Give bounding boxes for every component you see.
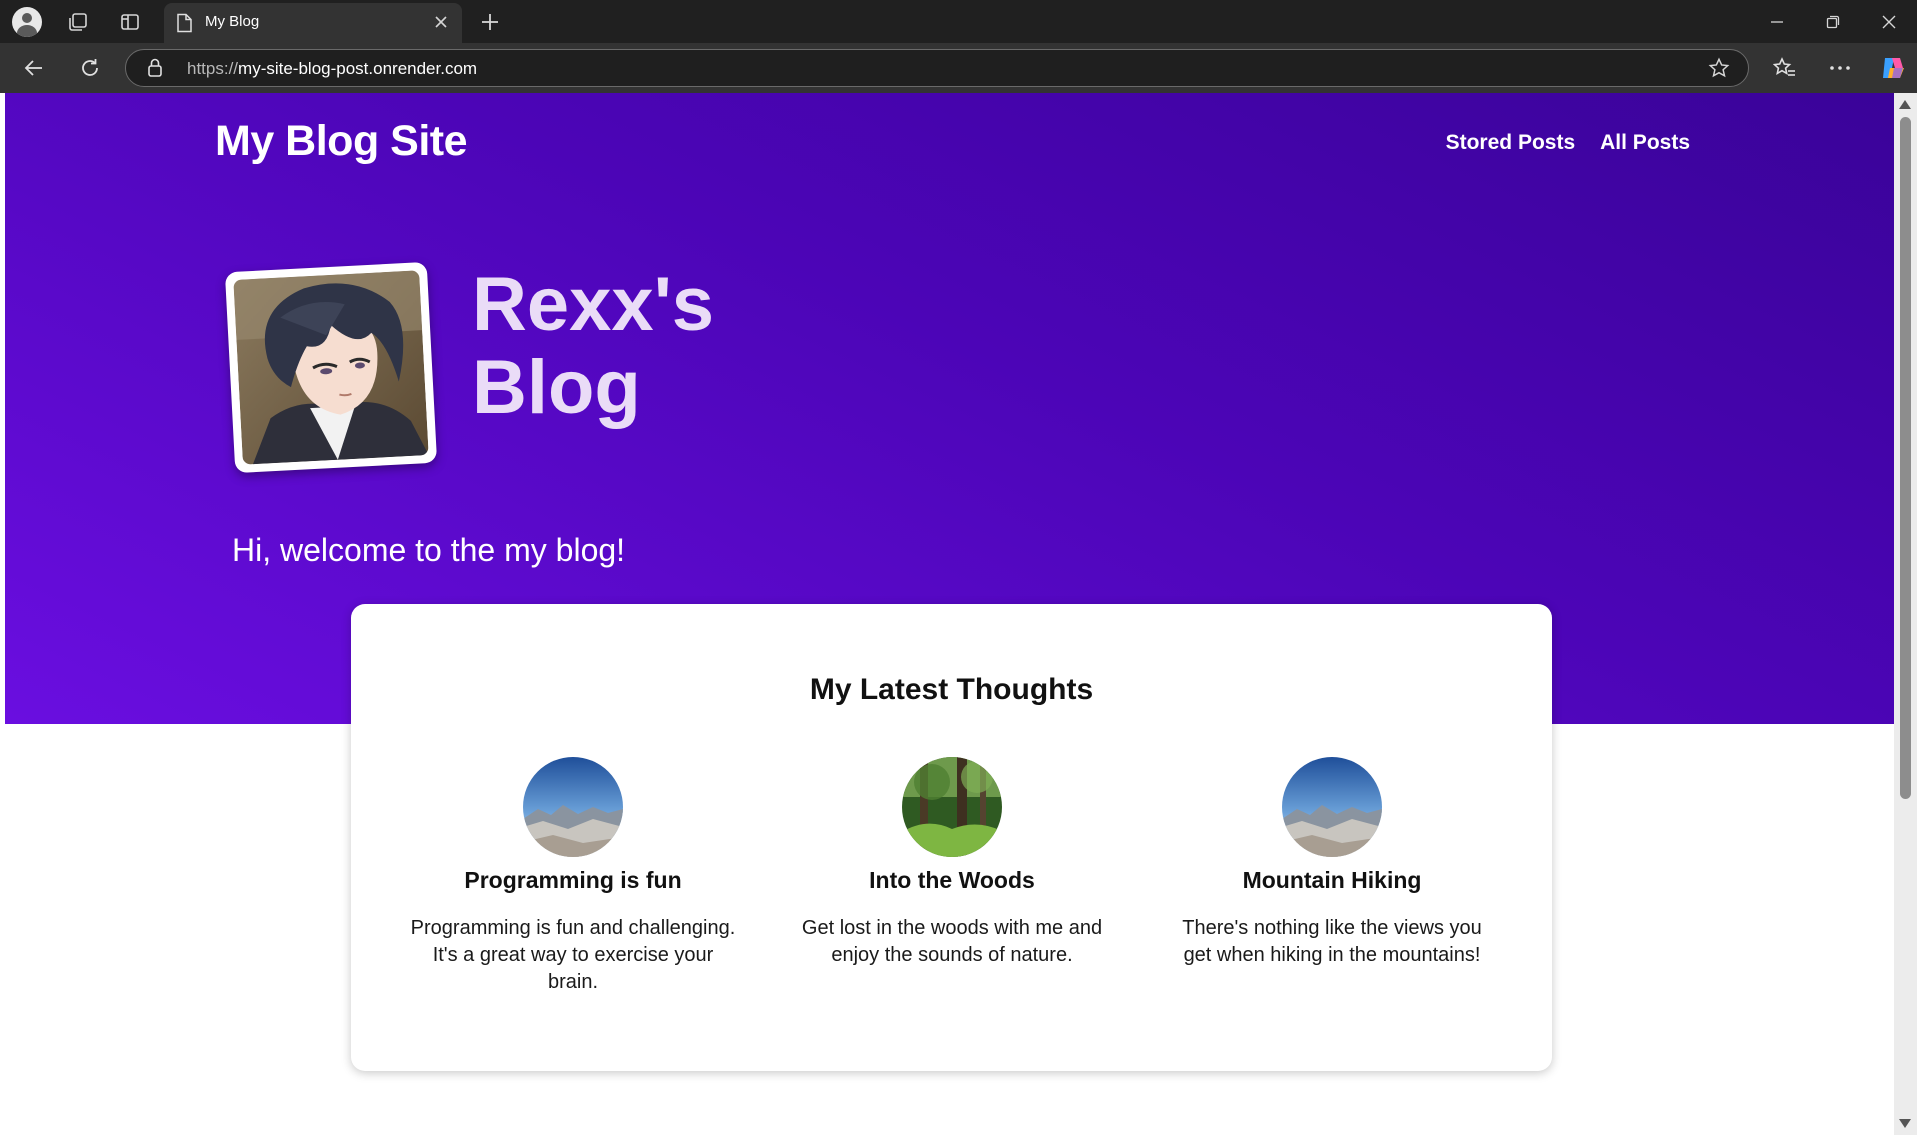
nav-link-all-posts[interactable]: All Posts [1600,131,1690,155]
restore-icon[interactable] [1805,0,1861,43]
copilot-icon[interactable] [1876,51,1910,85]
post-thumbnail[interactable] [1282,757,1382,857]
browser-toolbar: https://my-site-blog-post.onrender.com [0,43,1917,93]
minimize-icon[interactable] [1749,0,1805,43]
post-card-mountain-hiking[interactable]: Mountain Hiking There's nothing like the… [1167,757,1497,969]
scroll-thumb[interactable] [1900,117,1911,799]
main-nav: Stored Posts All Posts [1446,131,1690,155]
welcome-text: Hi, welcome to the my blog! [232,532,626,568]
post-card-woods[interactable]: Into the Woods Get lost in the woods wit… [787,757,1117,969]
tab-sidebar-icon[interactable] [113,5,147,39]
address-bar[interactable]: https://my-site-blog-post.onrender.com [125,49,1749,87]
profile-icon[interactable] [10,5,44,39]
site-logo[interactable]: My Blog Site [215,117,468,166]
latest-posts-card: My Latest Thoughts Programming is fun Pr… [351,604,1552,1071]
lock-icon[interactable] [147,58,163,83]
page-icon [176,13,193,38]
favorites-icon[interactable] [1768,51,1802,85]
scroll-up-arrow-icon[interactable] [1899,100,1911,109]
nav-link-stored-posts[interactable]: Stored Posts [1446,131,1576,155]
post-thumbnail[interactable] [523,757,623,857]
close-icon[interactable] [428,9,454,35]
workspaces-icon[interactable] [61,5,95,39]
post-title[interactable]: Programming is fun [408,867,738,894]
plus-icon[interactable] [473,5,507,39]
post-summary: Get lost in the woods with me and enjoy … [801,917,1103,966]
back-icon[interactable] [17,51,51,85]
browser-tab[interactable]: My Blog [164,3,462,43]
browser-tab-bar: My Blog [0,0,1917,43]
post-card-programming[interactable]: Programming is fun Programming is fun an… [408,757,738,996]
post-summary: There's nothing like the views you get w… [1182,917,1482,966]
tab-title: My Blog [205,13,260,30]
avatar [224,261,438,474]
url-text: https://my-site-blog-post.onrender.com [187,59,478,78]
star-icon[interactable] [1708,57,1730,84]
page-scrollbar[interactable] [1894,93,1917,1135]
page-viewport: My Blog Site Stored Posts All Posts Rexx… [5,93,1894,1135]
latest-posts-heading: My Latest Thoughts [809,673,1094,706]
hero-title: Rexx's Blog [472,262,715,430]
scroll-down-arrow-icon[interactable] [1899,1119,1911,1128]
post-summary: Programming is fun and challenging. It's… [410,917,736,993]
refresh-icon[interactable] [73,51,107,85]
post-title[interactable]: Into the Woods [787,867,1117,894]
post-title[interactable]: Mountain Hiking [1167,867,1497,894]
more-icon[interactable] [1823,51,1857,85]
close-window-icon[interactable] [1861,0,1917,43]
post-thumbnail[interactable] [902,757,1002,857]
